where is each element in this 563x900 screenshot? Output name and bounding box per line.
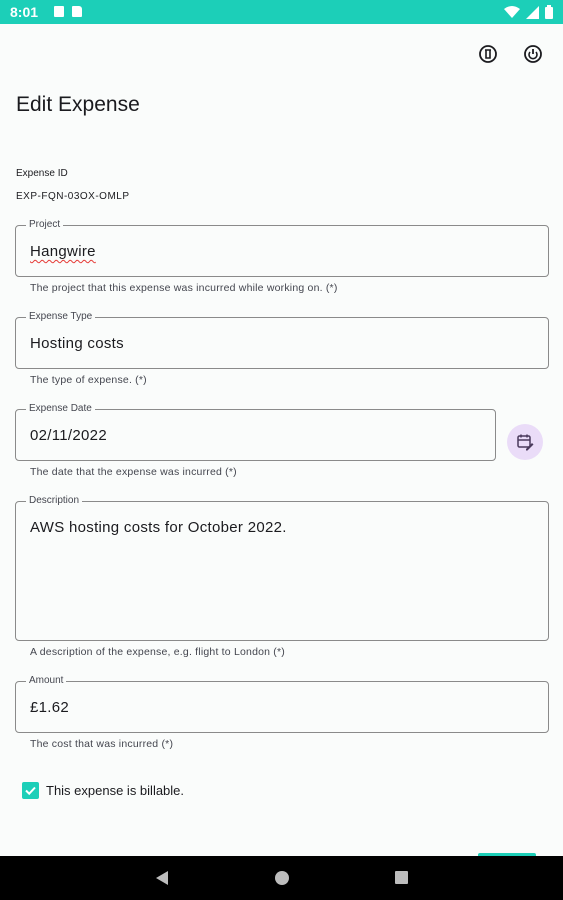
delete-button[interactable] [474,40,502,68]
description-label: Description [26,495,83,507]
expense-date-label: Expense Date [26,403,95,415]
description-value[interactable]: AWS hosting costs for October 2022. [30,519,287,536]
calendar-edit-icon [517,434,534,451]
signal-icon [526,5,539,19]
page-title: Edit Expense [16,93,140,116]
expense-type-helper: The type of expense. (*) [30,374,147,386]
app-bar [0,24,563,84]
status-bar: 8:01 [0,0,563,24]
expense-id-label: Expense ID [16,168,68,179]
billable-checkbox[interactable] [22,782,39,799]
amount-field[interactable]: Amount £1.62 [15,675,549,733]
project-field[interactable]: Project Hangwire [15,219,549,277]
wifi-icon [504,5,520,18]
amount-helper: The cost that was incurred (*) [30,738,174,750]
expense-type-field[interactable]: Expense Type Hosting costs [15,311,549,369]
expense-id-value: EXP-FQN-03OX-OMLP [16,191,130,202]
recent-apps-icon[interactable] [395,871,408,884]
power-icon [524,45,542,63]
amount-value[interactable]: £1.62 [30,699,69,716]
project-label: Project [26,219,64,231]
home-icon[interactable] [275,871,289,885]
delete-icon [479,45,497,63]
battery-icon [545,5,553,19]
amount-label: Amount [26,675,67,687]
power-button[interactable] [519,40,547,68]
sd-card-icon [72,6,82,17]
project-value[interactable]: Hangwire [30,243,96,260]
status-time: 8:01 [10,4,39,20]
expense-type-label: Expense Type [26,311,96,323]
expense-type-value[interactable]: Hosting costs [30,335,124,352]
expense-date-value[interactable]: 02/11/2022 [30,427,107,444]
description-helper: A description of the expense, e.g. fligh… [30,646,285,658]
notification-icon [54,6,64,17]
project-helper: The project that this expense was incurr… [30,282,338,294]
expense-date-helper: The date that the expense was incurred (… [30,466,237,478]
description-field[interactable]: Description AWS hosting costs for Octobe… [15,495,549,641]
check-icon [25,786,36,796]
back-icon[interactable] [156,871,168,885]
billable-label[interactable]: This expense is billable. [46,783,184,798]
expense-date-field[interactable]: Expense Date 02/11/2022 [15,403,496,461]
date-picker-button[interactable] [507,424,543,460]
